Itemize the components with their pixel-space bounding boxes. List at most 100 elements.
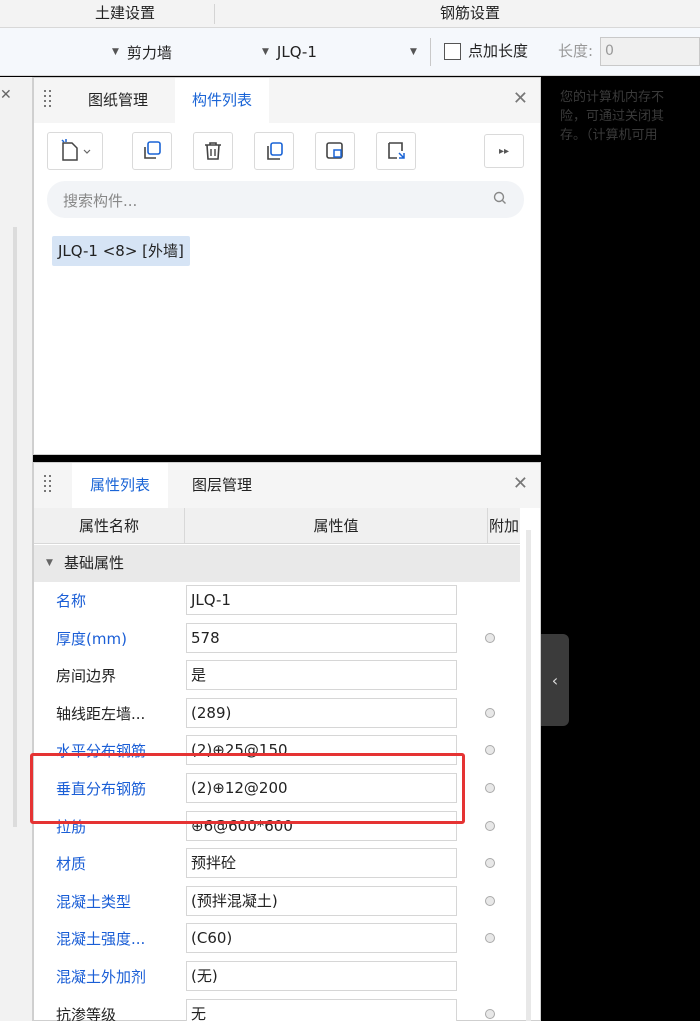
ribbon-group-rebar-settings[interactable]: 钢筋设置 [400, 0, 540, 28]
property-name: 抗渗等级 [56, 1005, 117, 1021]
property-value-field[interactable]: 578 [186, 622, 457, 653]
collapse-arrow-icon: ▼ [46, 558, 53, 568]
property-row: 混凝土类型 (预拌混凝土) [34, 883, 520, 921]
extra-checkbox[interactable] [485, 820, 495, 831]
tab-property-list[interactable]: 属性列表 [72, 463, 168, 508]
component-type-value: 剪力墙 [126, 43, 172, 62]
extra-checkbox[interactable] [485, 632, 495, 643]
length-input[interactable]: 0 [600, 37, 700, 66]
message-line: 存。（计算机可用 [560, 128, 658, 143]
property-value-field[interactable]: 无 [186, 998, 457, 1021]
property-value-field[interactable]: (无) [186, 961, 457, 991]
property-name: 混凝土外加剂 [56, 968, 147, 986]
ribbon-separator [214, 4, 215, 24]
property-row: 厚度(mm) 578 [34, 620, 520, 658]
property-row: 混凝土外加剂 (无) [34, 958, 520, 996]
copy-to-floor-button[interactable] [254, 132, 294, 170]
new-component-button[interactable] [47, 132, 103, 170]
drag-grip-icon[interactable] [44, 475, 52, 493]
double-chevron-right-icon: ▸▸ [498, 145, 510, 157]
property-row: 名称 JLQ-1 [34, 582, 520, 620]
tab-component-list[interactable]: 构件列表 [175, 78, 269, 123]
property-value-field[interactable]: (289) [186, 697, 457, 728]
drag-grip-icon[interactable] [44, 90, 52, 108]
close-icon[interactable]: ✕ [0, 87, 12, 103]
floor-copy-button[interactable] [315, 132, 355, 170]
ribbon-group-civil-settings[interactable]: 土建设置 [60, 0, 190, 28]
component-type-combo[interactable]: ▼ 剪力墙 [112, 37, 260, 67]
property-name: 房间边界 [56, 667, 117, 686]
collapse-panel-handle[interactable]: ‹ [541, 634, 569, 726]
trash-icon [205, 142, 221, 160]
message-line: 您的计算机内存不 [560, 90, 665, 105]
column-header-extra: 附加 [488, 517, 519, 535]
extra-checkbox[interactable] [485, 895, 495, 906]
extra-checkbox[interactable] [485, 933, 495, 944]
close-panel-icon[interactable]: ✕ [513, 88, 528, 109]
property-panel-header: 属性列表 图层管理 ✕ [34, 463, 540, 508]
component-name-combo[interactable]: ▼ JLQ-1 [262, 37, 422, 67]
dropdown-arrow-icon: ▼ [112, 47, 119, 57]
search-placeholder: 搜索构件... [63, 192, 138, 210]
property-row: 混凝土强度... (C60) [34, 920, 520, 958]
section-label: 基础属性 [64, 554, 125, 572]
toolbar-separator [430, 38, 431, 66]
property-name: 混凝土强度... [56, 930, 146, 949]
property-name: 混凝土类型 [56, 892, 132, 911]
floor-icon [326, 142, 343, 159]
highlight-annotation [30, 753, 465, 824]
import-component-button[interactable] [376, 132, 416, 170]
add-length-checkbox[interactable] [444, 43, 461, 60]
new-file-icon [61, 139, 91, 161]
property-value-field[interactable]: (C60) [186, 923, 457, 954]
property-name: 材质 [56, 855, 87, 874]
toolbar: ▼ 剪力墙 ▼ JLQ-1 ▼ 点加长度 长度: 0 [0, 28, 700, 76]
close-panel-icon[interactable]: ✕ [513, 473, 528, 494]
property-value-field[interactable]: (预拌混凝土) [186, 885, 457, 916]
dropdown-arrow-icon[interactable]: ▼ [410, 47, 417, 57]
property-row: 轴线距左墙... (289) [34, 695, 520, 733]
property-value-field[interactable]: 预拌砼 [186, 848, 457, 879]
property-name: 厚度(mm) [56, 629, 127, 648]
column-header-value: 属性值 [185, 508, 488, 544]
copy-component-button[interactable] [132, 132, 172, 170]
property-row: 抗渗等级 无 [34, 996, 520, 1021]
length-label: 长度: [558, 42, 594, 60]
property-value-field[interactable]: 是 [186, 660, 457, 691]
property-value-field[interactable]: JLQ-1 [186, 585, 457, 615]
extra-checkbox[interactable] [485, 1008, 495, 1019]
dropdown-arrow-icon: ▼ [262, 47, 269, 57]
property-name: 轴线距左墙... [56, 704, 146, 723]
component-search[interactable]: 搜索构件... [47, 181, 524, 218]
message-line: 险，可通过关闭其 [560, 109, 665, 124]
component-name-value: JLQ-1 [276, 43, 317, 61]
property-row: 材质 预拌砼 [34, 845, 520, 883]
add-length-label: 点加长度 [468, 42, 529, 60]
property-row: 房间边界 是 [34, 657, 520, 695]
property-scrollbar[interactable] [526, 530, 531, 1021]
column-header-name: 属性名称 [34, 508, 185, 544]
component-panel-header: 图纸管理 构件列表 ✕ [34, 78, 540, 123]
extra-checkbox[interactable] [485, 745, 495, 756]
drawing-canvas[interactable] [541, 77, 700, 1021]
search-icon [493, 191, 506, 204]
left-scrollbar[interactable] [13, 227, 17, 827]
property-grid-header: 属性名称 属性值 附加 [34, 508, 520, 544]
extra-checkbox[interactable] [485, 783, 495, 793]
extra-checkbox[interactable] [485, 707, 495, 718]
tab-drawing-management[interactable]: 图纸管理 [74, 78, 162, 123]
property-name: 名称 [56, 592, 87, 610]
tab-layer-management[interactable]: 图层管理 [174, 463, 270, 508]
left-side-strip: ✕ [0, 77, 33, 1021]
ribbon-bar: 土建设置 钢筋设置 [0, 0, 700, 28]
import-icon [388, 142, 405, 159]
extra-checkbox[interactable] [485, 858, 495, 869]
copy-icon [144, 141, 161, 159]
delete-component-button[interactable] [193, 132, 233, 170]
memory-warning-message: 您的计算机内存不 险，可通过关闭其 存。（计算机可用 [560, 88, 700, 145]
copy-layer-icon [267, 142, 283, 160]
more-tools-button[interactable]: ▸▸ [484, 134, 524, 168]
section-basic-properties[interactable]: ▼ 基础属性 [34, 545, 520, 582]
component-list-item[interactable]: JLQ-1 <8> [外墙] [52, 236, 190, 266]
chevron-left-icon: ‹ [551, 670, 559, 690]
